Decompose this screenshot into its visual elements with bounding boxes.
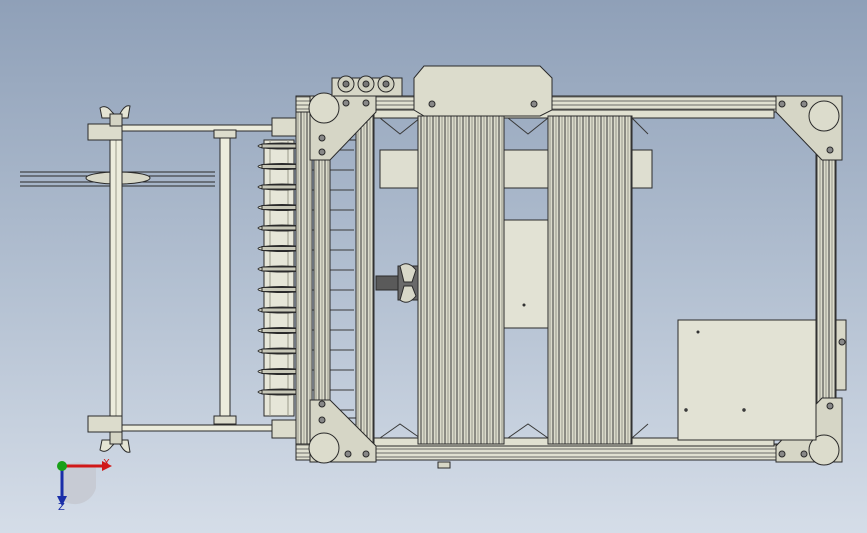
axis-y-dot [57,461,67,471]
axis-x-label: X [103,458,110,469]
wing-nut-top[interactable] [99,105,131,127]
bottom-clip [437,461,451,469]
feed-roller-right [547,115,633,445]
axis-z-label: Z [58,502,65,513]
feed-roller-left [417,115,505,445]
coordinate-triad [57,461,112,506]
adjustment-knobs[interactable] [331,75,403,97]
cad-viewport[interactable]: X Z [0,0,867,533]
corner-bracket-top-right [775,95,843,161]
gearbox-housing [413,65,553,117]
